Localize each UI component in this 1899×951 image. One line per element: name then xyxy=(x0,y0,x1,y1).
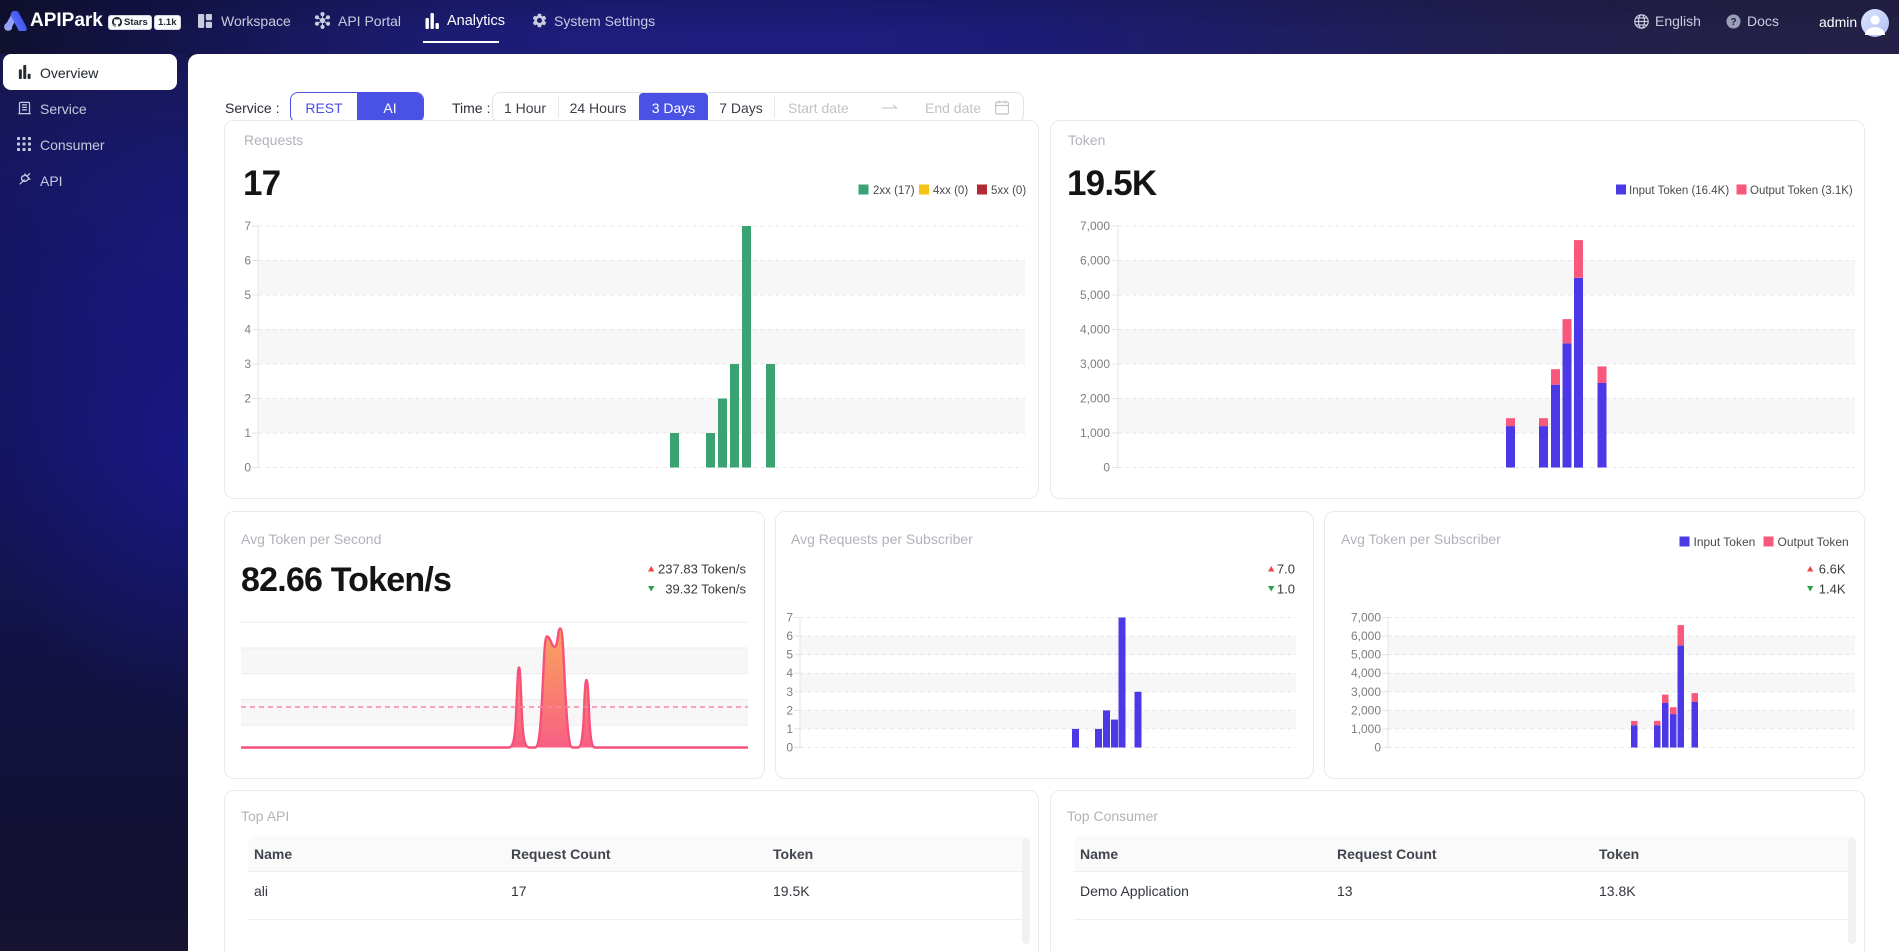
svg-text:?: ? xyxy=(1730,17,1736,28)
